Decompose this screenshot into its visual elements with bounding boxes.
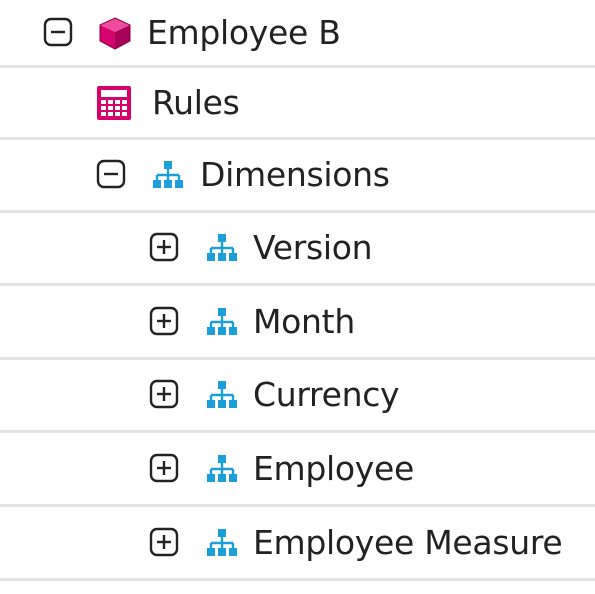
expand-icon[interactable] <box>149 453 179 483</box>
tree-node-dimensions[interactable]: Dimensions <box>0 140 595 213</box>
tree-node-rules[interactable]: Rules <box>0 68 595 140</box>
hierarchy-icon <box>204 304 240 340</box>
hierarchy-icon <box>204 525 240 561</box>
tree-node-label: Employee Measure <box>253 522 563 562</box>
hierarchy-icon <box>204 377 240 413</box>
tree-node-employee-b[interactable]: Employee B <box>0 0 595 68</box>
tree-node-label: Employee <box>253 448 415 488</box>
tree-node-currency[interactable]: Currency <box>0 360 595 433</box>
tree-node-label: Dimensions <box>200 155 390 194</box>
tree-view: Employee B Rules Dimensions Version Mont… <box>0 0 595 594</box>
tree-node-label: Month <box>253 301 355 341</box>
tree-node-employee-measure[interactable]: Employee Measure <box>0 507 595 581</box>
expand-icon[interactable] <box>149 306 179 336</box>
expand-icon[interactable] <box>149 527 179 557</box>
collapse-icon[interactable] <box>43 17 73 47</box>
hierarchy-icon <box>150 157 186 193</box>
expand-icon[interactable] <box>149 232 179 262</box>
tree-node-label: Version <box>253 228 373 267</box>
tree-node-version[interactable]: Version <box>0 213 595 286</box>
tree-node-label: Currency <box>253 375 400 414</box>
tree-node-employee[interactable]: Employee <box>0 433 595 507</box>
expand-icon[interactable] <box>149 379 179 409</box>
cube-icon <box>97 15 133 51</box>
hierarchy-icon <box>204 230 240 266</box>
tree-node-label: Rules <box>152 82 240 122</box>
collapse-icon[interactable] <box>96 159 126 189</box>
hierarchy-icon <box>204 451 240 487</box>
calculator-icon <box>96 85 132 121</box>
tree-node-month[interactable]: Month <box>0 286 595 360</box>
tree-node-label: Employee B <box>147 12 341 52</box>
